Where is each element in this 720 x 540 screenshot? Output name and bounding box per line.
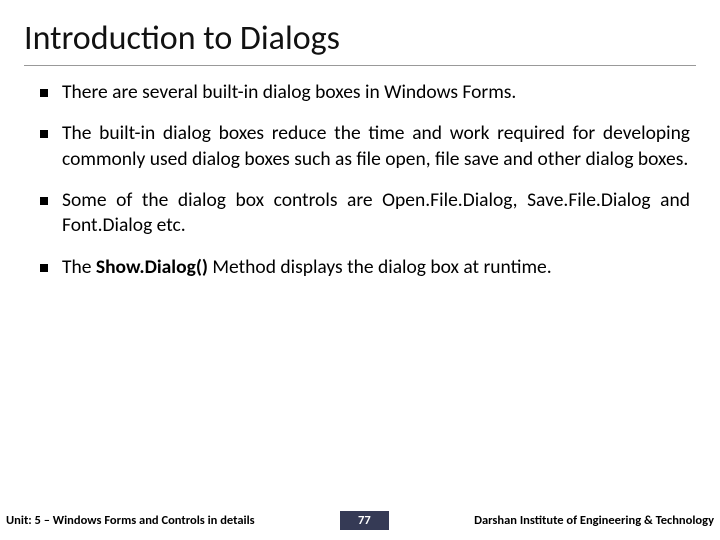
- bullet-text: There are several built-in dialog boxes …: [62, 80, 690, 105]
- bullet-icon: [40, 197, 48, 205]
- slide-footer: Unit: 5 – Windows Forms and Controls in …: [0, 511, 720, 530]
- bullet-icon: [40, 89, 48, 97]
- footer-center-holder: 77: [255, 511, 474, 530]
- bullet-text-part: The: [62, 255, 96, 279]
- bullet-text: Some of the dialog box controls are Open…: [62, 188, 690, 239]
- footer-unit: Unit: 5 – Windows Forms and Controls in …: [6, 513, 255, 528]
- bullet-icon: [40, 130, 48, 138]
- bullet-item: There are several built-in dialog boxes …: [40, 80, 690, 105]
- slide: Introduction to Dialogs There are severa…: [0, 0, 720, 540]
- bullet-item: Some of the dialog box controls are Open…: [40, 188, 690, 239]
- bullet-icon: [40, 264, 48, 272]
- footer-organization: Darshan Institute of Engineering & Techn…: [474, 513, 714, 528]
- slide-content: There are several built-in dialog boxes …: [24, 80, 696, 540]
- footer-page-number: 77: [340, 511, 389, 530]
- bullet-text-bold: Show.Dialog(): [96, 255, 208, 279]
- bullet-item: The Show.Dialog() Method displays the di…: [40, 255, 690, 280]
- bullet-text: The Show.Dialog() Method displays the di…: [62, 255, 690, 280]
- bullet-text: The built-in dialog boxes reduce the tim…: [62, 121, 690, 172]
- bullet-text-part: Method displays the dialog box at runtim…: [208, 255, 552, 279]
- bullet-item: The built-in dialog boxes reduce the tim…: [40, 121, 690, 172]
- slide-title: Introduction to Dialogs: [24, 18, 696, 66]
